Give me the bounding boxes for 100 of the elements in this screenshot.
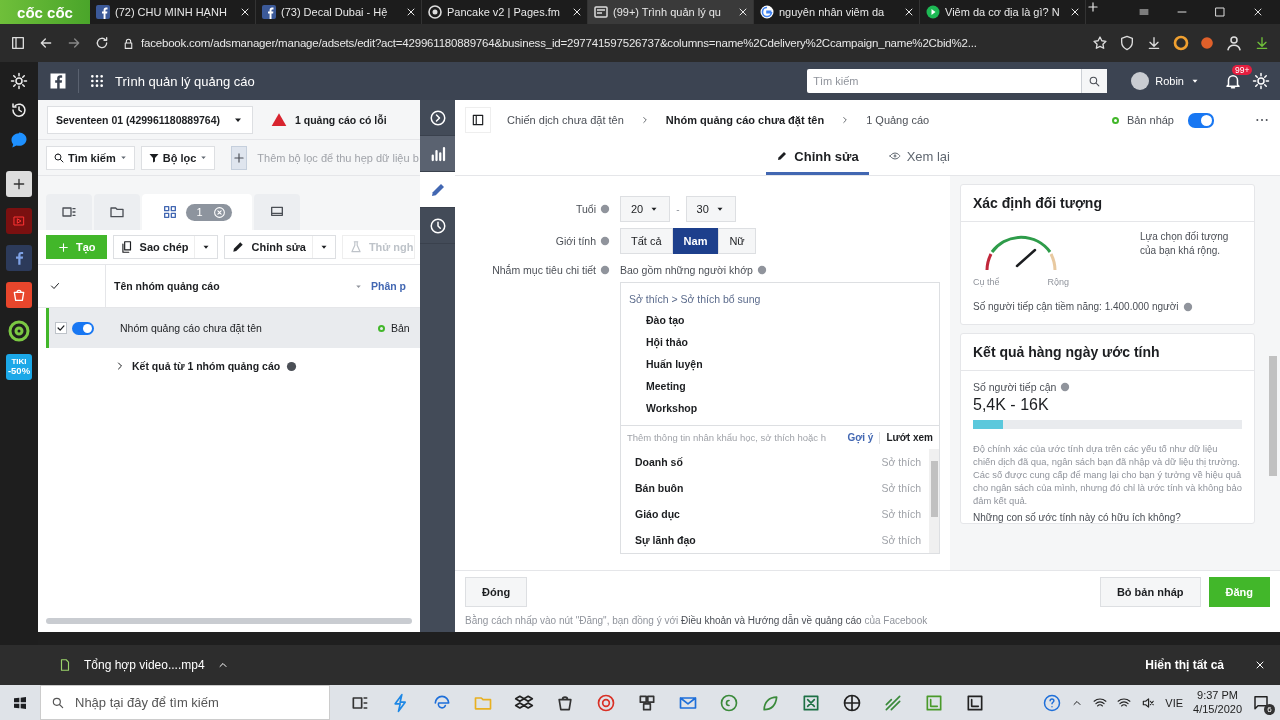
- apps-grid-icon[interactable]: [89, 73, 105, 89]
- back-icon[interactable]: [38, 35, 54, 51]
- gender-option[interactable]: Nam: [672, 228, 719, 254]
- windows-icon[interactable]: [12, 694, 28, 711]
- check-icon[interactable]: [49, 280, 61, 292]
- side-tool-button[interactable]: [420, 136, 455, 172]
- account-selector[interactable]: Seventeen 01 (429961180889764): [47, 105, 253, 134]
- taskbar-search-field[interactable]: Nhập tại đây để tìm kiếm: [40, 685, 330, 720]
- network-icon[interactable]: [1093, 695, 1108, 710]
- gender-option[interactable]: Nữ: [718, 228, 756, 254]
- selected-interest[interactable]: Workshop: [646, 402, 698, 414]
- breadcrumb-link[interactable]: Chiến dịch chưa đặt tên: [507, 114, 624, 126]
- checkbox[interactable]: [54, 322, 67, 334]
- age-dropdown[interactable]: 30: [685, 196, 736, 222]
- close-icon[interactable]: [571, 6, 583, 18]
- language-indicator[interactable]: VIE: [1165, 696, 1184, 709]
- info-icon: [756, 265, 767, 275]
- shield-icon[interactable]: [1119, 35, 1135, 51]
- editor-tab[interactable]: Xem lại: [878, 140, 960, 175]
- browse-link[interactable]: Lướt xem: [886, 432, 933, 443]
- card-title: Xác định đối tượng: [961, 185, 1254, 222]
- add-filter-button[interactable]: [231, 145, 248, 170]
- error-message[interactable]: 1 quảng cáo có lỗi: [295, 113, 387, 126]
- settings-icon[interactable]: [10, 72, 28, 90]
- bell-icon[interactable]: [1224, 72, 1242, 90]
- horizontal-scrollbar[interactable]: [46, 618, 412, 624]
- user-name[interactable]: Robin: [1155, 75, 1184, 87]
- extension-icon[interactable]: [1173, 35, 1189, 51]
- globe-icon[interactable]: [842, 692, 862, 713]
- add-button[interactable]: [6, 171, 32, 197]
- suggestion-item[interactable]: Doanh số Sở thích: [621, 449, 929, 475]
- network-icon[interactable]: [1117, 695, 1132, 710]
- download-icon[interactable]: [1146, 35, 1162, 51]
- avatar[interactable]: [1131, 72, 1150, 90]
- breadcrumb-link[interactable]: Nhóm quảng cáo chưa đặt tên: [665, 114, 825, 126]
- app-title: Trình quản lý quảng cáo: [115, 73, 255, 89]
- browser-tab[interactable]: (99+) Trình quản lý qu: [588, 0, 754, 24]
- shopping-app-button[interactable]: [6, 282, 32, 308]
- close-icon[interactable]: [737, 6, 749, 18]
- search-button[interactable]: Tìm kiếm: [46, 145, 135, 170]
- forward-icon[interactable]: [66, 35, 82, 51]
- facebook-icon[interactable]: [48, 71, 68, 91]
- chrome-icon[interactable]: [596, 692, 616, 713]
- suggestions-link[interactable]: Gợi ý: [847, 432, 874, 443]
- close-icon[interactable]: [1254, 659, 1266, 671]
- scrollbar[interactable]: [929, 449, 939, 553]
- column-header[interactable]: Tên nhóm quảng cáo: [114, 280, 220, 292]
- eye-icon: [888, 150, 901, 162]
- info-icon: [1182, 301, 1193, 312]
- help-icon[interactable]: [1043, 693, 1062, 712]
- suggestion-item[interactable]: Sự lãnh đạo Sở thích: [621, 527, 929, 553]
- maximize-icon[interactable]: [1214, 6, 1226, 18]
- menu-icon[interactable]: [1138, 6, 1150, 18]
- facebook-app-button[interactable]: [6, 245, 32, 271]
- video-app-button[interactable]: [6, 208, 32, 234]
- profile-icon[interactable]: [1225, 34, 1243, 52]
- notification-badge: 99+: [1232, 65, 1253, 75]
- extension-icon[interactable]: [1200, 36, 1214, 50]
- gender-option[interactable]: Tất cả: [620, 228, 673, 254]
- close-button[interactable]: Đóng: [465, 577, 528, 607]
- selected-interest[interactable]: Meeting: [646, 380, 686, 392]
- selected-interest[interactable]: Huấn luyện: [646, 358, 703, 370]
- toggle-switch[interactable]: [1188, 112, 1214, 128]
- view-tab[interactable]: [46, 194, 92, 230]
- download-icon[interactable]: [1254, 35, 1270, 51]
- column-header[interactable]: Phân p: [371, 280, 420, 292]
- new-tab-icon[interactable]: [1086, 0, 1100, 14]
- view-tab[interactable]: [254, 194, 300, 230]
- close-icon[interactable]: [903, 6, 915, 18]
- download-item[interactable]: Tổng hợp video....mp4: [84, 658, 205, 672]
- volume-icon[interactable]: [1141, 695, 1156, 710]
- clock-date[interactable]: 4/15/2020: [1193, 702, 1242, 717]
- reload-icon[interactable]: [94, 35, 110, 51]
- close-icon[interactable]: [405, 6, 417, 18]
- show-all-link[interactable]: Hiển thị tất cả: [1145, 658, 1224, 672]
- clock-time[interactable]: 9:37 PM: [1197, 688, 1238, 703]
- side-tool-button[interactable]: [420, 172, 455, 208]
- scrollbar[interactable]: [1268, 356, 1277, 476]
- view-tab[interactable]: [94, 194, 140, 230]
- table-cell[interactable]: Nhóm quảng cáo chưa đặt tên: [112, 322, 378, 334]
- close-icon[interactable]: [239, 6, 251, 18]
- terms-link[interactable]: Điều khoản và Hướng dẫn về quảng cáo: [681, 615, 862, 626]
- star-icon[interactable]: [1092, 35, 1108, 51]
- messenger-icon[interactable]: [9, 130, 29, 150]
- discard-draft-button[interactable]: Bỏ bản nháp: [1099, 577, 1201, 607]
- split-button[interactable]: Sao chép: [112, 235, 219, 259]
- toggle-switch[interactable]: [72, 321, 94, 335]
- split-button[interactable]: Chỉnh sửa: [224, 235, 336, 259]
- history-icon[interactable]: [10, 101, 28, 119]
- sidebar-icon[interactable]: [10, 35, 26, 51]
- filter-button[interactable]: Bộ lọc: [140, 145, 216, 170]
- selected-interest[interactable]: Đào tạo: [646, 314, 685, 326]
- breadcrumb-link[interactable]: 1 Quảng cáo: [866, 114, 930, 126]
- close-icon[interactable]: [1069, 6, 1081, 18]
- close-icon[interactable]: [1252, 6, 1264, 18]
- selected-interest[interactable]: Hội thảo: [646, 336, 688, 348]
- suggestion-item[interactable]: Giáo dục Sở thích: [621, 501, 929, 527]
- suggestion-item[interactable]: Bán buôn Sở thích: [621, 475, 929, 501]
- age-dropdown[interactable]: 20: [620, 196, 671, 222]
- sidebar-toggle-button[interactable]: [465, 107, 491, 133]
